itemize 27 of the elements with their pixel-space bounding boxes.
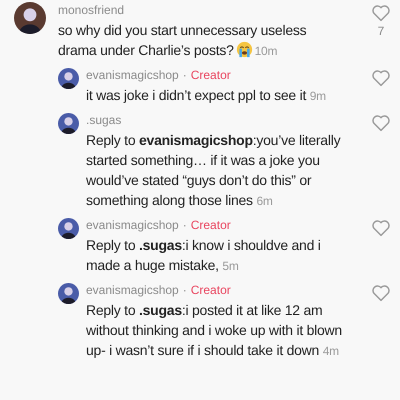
separator-dot: ·	[182, 282, 187, 298]
heart-icon[interactable]	[371, 114, 391, 132]
separator-dot: ·	[182, 67, 187, 83]
avatar[interactable]	[58, 283, 79, 304]
comment-text: Reply to .sugas:i posted it at like 12 am without thinking and i woke up with it blown up- i wasn’t sure if i should take it down 4m	[86, 301, 343, 360]
comment-text: Reply to .sugas:i know i shouldve and i made a huge mistake, 5m	[86, 236, 322, 275]
avatar[interactable]	[58, 68, 79, 89]
heart-icon[interactable]	[371, 219, 391, 237]
avatar[interactable]	[14, 2, 46, 34]
username[interactable]: evanismagicshop	[86, 67, 179, 83]
like-count: 7	[378, 24, 384, 38]
comment-text: Reply to evanismagicshop:you’ve literally started something… if it was a joke you would’ve stated “guys don’t do this” or something along those lines 6m	[86, 131, 342, 210]
creator-label: Creator	[190, 282, 231, 298]
username[interactable]: evanismagicshop	[86, 217, 179, 233]
avatar[interactable]	[58, 218, 79, 239]
avatar[interactable]	[58, 113, 79, 134]
comment-text: it was joke i didn’t expect ppl to see it 9m	[86, 86, 327, 105]
heart-icon[interactable]	[371, 4, 391, 22]
heart-icon[interactable]	[371, 69, 391, 87]
username[interactable]: .sugas	[86, 112, 122, 128]
comment-text: so why did you start unnecessary useless drama under Charlie’s posts? 10m	[58, 21, 308, 60]
username[interactable]: monosfriend	[58, 2, 124, 18]
separator-dot: ·	[182, 217, 187, 233]
creator-label: Creator	[190, 217, 231, 233]
heart-icon[interactable]	[371, 284, 391, 302]
username[interactable]: evanismagicshop	[86, 282, 179, 298]
creator-label: Creator	[190, 67, 231, 83]
